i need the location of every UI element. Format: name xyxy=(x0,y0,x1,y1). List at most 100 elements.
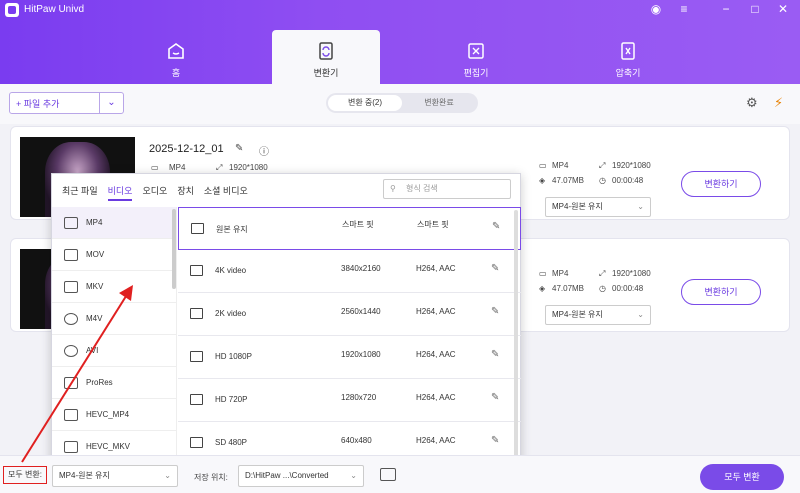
convert-all-label: 모두 변환: xyxy=(3,466,47,484)
edit-icon[interactable]: ✎ xyxy=(492,221,500,232)
format-item-prores[interactable]: ProRes xyxy=(52,367,176,399)
video-format-icon xyxy=(64,280,78,293)
output-format-icon: ▭ xyxy=(539,269,547,278)
converter-icon xyxy=(319,42,333,60)
tab-editor[interactable]: 편집기 xyxy=(422,30,530,84)
editor-icon xyxy=(468,43,484,59)
tab-converter[interactable]: 변환기 xyxy=(272,30,380,84)
edit-icon[interactable]: ✎ xyxy=(491,435,499,446)
tab-home[interactable]: 홈 xyxy=(122,30,230,84)
output-resolution-icon: ⤢ xyxy=(599,161,606,170)
source-resolution: 1920*1080 xyxy=(229,163,268,172)
size-icon: ◈ xyxy=(539,176,546,185)
close-icon[interactable]: ✕ xyxy=(775,2,791,16)
tab-device[interactable]: 장치 xyxy=(177,184,194,201)
format-category-tabs: 최근 파일 비디오 오디오 장치 소셜 비디오 xyxy=(62,184,248,201)
chevron-down-icon: ⌄ xyxy=(637,310,644,319)
bottom-bar: 모두 변환: MP4-원본 유지 ⌄ 저장 위치: D:\HitPaw ...\… xyxy=(0,455,800,493)
video-icon xyxy=(190,351,203,362)
video-icon xyxy=(190,265,203,276)
format-list: MP4 MOV MKV M4V AVI ProRes HEVC_MP4 HEVC… xyxy=(52,207,177,463)
format-list-scrollbar[interactable] xyxy=(172,209,176,289)
file-format-icon: ▭ xyxy=(151,163,159,172)
convert-button[interactable]: 변환하기 xyxy=(681,279,761,305)
chevron-down-icon: ⌄ xyxy=(164,471,171,480)
reel-icon xyxy=(64,312,78,325)
output-resolution: 1920*1080 xyxy=(612,269,651,278)
preset-list: 원본 유지 스마트 핏 스마트 핏 ✎ 4K video 3840x2160 H… xyxy=(178,207,521,463)
tab-social-video[interactable]: 소셜 비디오 xyxy=(204,184,248,201)
video-format-icon xyxy=(64,440,78,453)
app-title: HitPaw Univd xyxy=(24,4,85,15)
preset-row[interactable]: HD 720P 1280x720 H264, AAC ✎ xyxy=(178,379,521,422)
format-item-hevc-mp4[interactable]: HEVC_MP4 xyxy=(52,399,176,431)
source-format: MP4 xyxy=(169,163,186,172)
status-segment: 변환 중(2) 변환완료 xyxy=(326,93,478,113)
tab-converted[interactable]: 변환완료 xyxy=(402,95,476,111)
video-icon xyxy=(190,394,203,405)
format-item-mp4[interactable]: MP4 xyxy=(52,207,176,239)
account-icon[interactable]: ◉ xyxy=(648,2,664,16)
tab-recent[interactable]: 최근 파일 xyxy=(62,184,98,201)
convert-button[interactable]: 변환하기 xyxy=(681,171,761,197)
compressor-icon xyxy=(621,42,635,60)
output-format-select[interactable]: MP4-원본 유지 ⌄ xyxy=(545,305,651,325)
preset-row[interactable]: 원본 유지 스마트 핏 스마트 핏 ✎ xyxy=(178,207,521,250)
toolbar: + 파일 추가 ⌄ 변환 중(2) 변환완료 ⚙ ⚡ xyxy=(0,84,800,124)
hardware-accel-icon[interactable]: ⚙ xyxy=(746,95,758,111)
preset-row[interactable]: HD 1080P 1920x1080 H264, AAC ✎ xyxy=(178,336,521,379)
convert-all-button[interactable]: 모두 변환 xyxy=(700,464,784,490)
output-resolution: 1920*1080 xyxy=(612,161,651,170)
menu-icon[interactable]: ≡ xyxy=(676,2,692,16)
tab-video[interactable]: 비디오 xyxy=(107,184,133,201)
format-search-input[interactable]: ⚲ 형식 검색 xyxy=(383,179,511,199)
format-item-m4v[interactable]: M4V xyxy=(52,303,176,335)
app-header: HitPaw Univd ◉ ≡ − □ ✕ 홈 변환기 편집기 압축기 xyxy=(0,0,800,84)
resolution-icon: ⤢ xyxy=(216,163,223,172)
output-size: 47.07MB xyxy=(552,176,585,185)
clock-icon: ◷ xyxy=(599,284,606,293)
file-name: 2025-12-12_01 xyxy=(149,143,224,155)
output-resolution-icon: ⤢ xyxy=(599,269,606,278)
output-format: MP4 xyxy=(552,161,569,170)
output-format-icon: ▭ xyxy=(539,161,547,170)
edit-icon[interactable]: ✎ xyxy=(491,263,499,274)
add-file-label: + 파일 추가 xyxy=(16,98,60,109)
chevron-down-icon[interactable]: ⌄ xyxy=(99,93,123,113)
format-item-mov[interactable]: MOV xyxy=(52,239,176,271)
search-icon: ⚲ xyxy=(390,184,396,193)
preset-row[interactable]: 4K video 3840x2160 H264, AAC ✎ xyxy=(178,250,521,293)
video-icon xyxy=(190,437,203,448)
format-popup: 최근 파일 비디오 오디오 장치 소셜 비디오 ⚲ 형식 검색 MP4 MOV … xyxy=(51,173,521,463)
folder-icon[interactable] xyxy=(380,468,396,481)
edit-icon[interactable]: ✎ xyxy=(491,392,499,403)
format-item-avi[interactable]: AVI xyxy=(52,335,176,367)
video-format-icon xyxy=(64,216,78,229)
chevron-down-icon: ⌄ xyxy=(350,471,357,480)
preset-list-scrollbar[interactable] xyxy=(514,210,518,460)
maximize-icon[interactable]: □ xyxy=(747,2,763,16)
add-file-button[interactable]: + 파일 추가 ⌄ xyxy=(9,92,124,114)
tab-audio[interactable]: 오디오 xyxy=(142,184,167,201)
tab-converting[interactable]: 변환 중(2) xyxy=(328,95,402,111)
video-format-icon xyxy=(64,376,78,389)
play-icon xyxy=(64,344,78,357)
chevron-down-icon: ⌄ xyxy=(637,202,644,211)
output-format: MP4 xyxy=(552,269,569,278)
edit-icon[interactable]: ✎ xyxy=(491,349,499,360)
convert-all-format-select[interactable]: MP4-원본 유지 ⌄ xyxy=(52,465,178,487)
video-format-icon xyxy=(64,408,78,421)
info-icon[interactable]: ⓘ xyxy=(259,143,269,158)
app-logo-icon xyxy=(5,3,19,17)
output-format-select[interactable]: MP4-원본 유지 ⌄ xyxy=(545,197,651,217)
edit-icon[interactable]: ✎ xyxy=(491,306,499,317)
minimize-icon[interactable]: − xyxy=(718,2,734,16)
lightning-icon[interactable]: ⚡ xyxy=(774,95,783,111)
edit-name-icon[interactable]: ✎ xyxy=(235,143,243,154)
output-duration: 00:00:48 xyxy=(612,176,644,185)
save-location-select[interactable]: D:\HitPaw ...\Converted ⌄ xyxy=(238,465,364,487)
tab-compressor[interactable]: 압축기 xyxy=(574,30,682,84)
output-size: 47.07MB xyxy=(552,284,585,293)
format-item-mkv[interactable]: MKV xyxy=(52,271,176,303)
preset-row[interactable]: 2K video 2560x1440 H264, AAC ✎ xyxy=(178,293,521,336)
